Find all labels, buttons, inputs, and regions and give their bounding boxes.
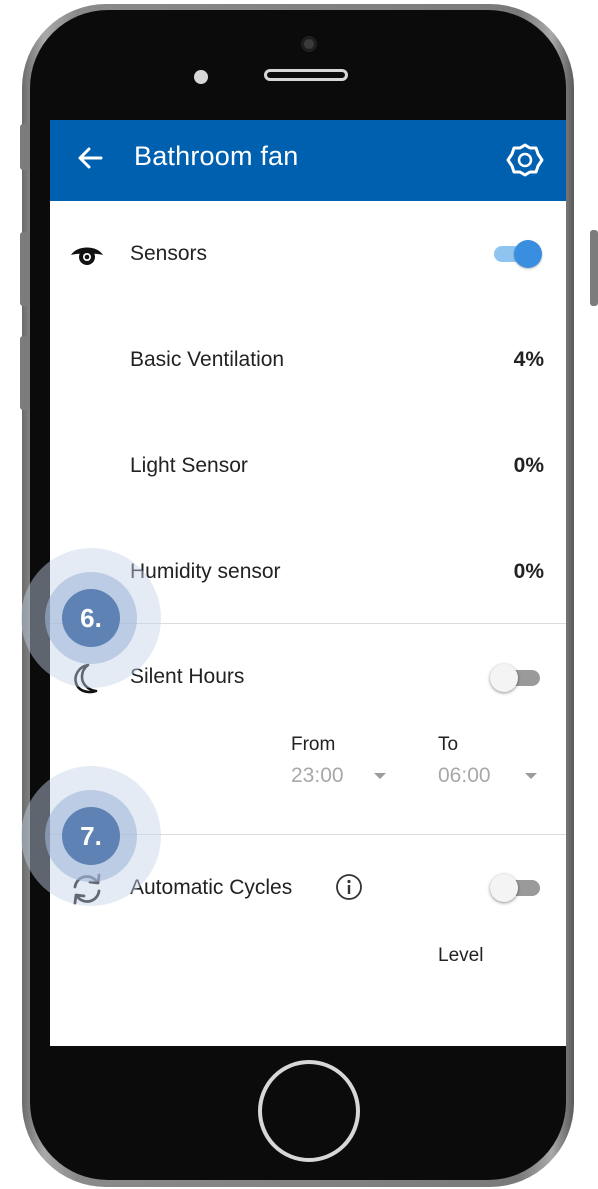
humidity-sensor-value: 0% <box>513 560 544 583</box>
from-time-select[interactable]: 23:00 <box>291 764 344 788</box>
basic-ventilation-label: Basic Ventilation <box>130 348 285 371</box>
gear-icon[interactable] <box>506 141 544 179</box>
to-time-select[interactable]: 06:00 <box>438 764 491 788</box>
volume-up-button <box>20 232 30 306</box>
home-button[interactable] <box>258 1060 360 1162</box>
page-title: Bathroom fan <box>134 141 299 171</box>
chevron-down-icon[interactable] <box>374 773 386 779</box>
proximity-sensor <box>194 70 208 84</box>
automatic-cycles-toggle[interactable] <box>490 870 542 906</box>
mute-switch <box>20 124 30 170</box>
callout-7-label: 7. <box>62 807 120 865</box>
callout-7: 7. <box>21 766 161 906</box>
basic-ventilation-value: 4% <box>513 348 544 371</box>
eye-icon <box>71 247 103 265</box>
chevron-down-icon[interactable] <box>525 773 537 779</box>
volume-down-button <box>20 336 30 410</box>
power-button <box>590 230 598 306</box>
front-camera <box>301 36 317 52</box>
from-label: From <box>291 734 336 755</box>
to-label: To <box>438 734 459 755</box>
sensors-toggle[interactable] <box>490 236 542 272</box>
silent-hours-label: Silent Hours <box>130 665 245 688</box>
silent-hours-toggle[interactable] <box>490 660 542 696</box>
callout-6: 6. <box>21 548 161 688</box>
app-bar: Bathroom fan <box>50 120 566 201</box>
earpiece-speaker <box>264 69 348 81</box>
level-label: Level <box>438 945 484 966</box>
callout-6-label: 6. <box>62 589 120 647</box>
automatic-cycles-label: Automatic Cycles <box>130 876 293 899</box>
sensors-label: Sensors <box>130 242 208 265</box>
humidity-sensor-label: Humidity sensor <box>130 560 281 583</box>
info-icon[interactable] <box>334 872 364 902</box>
light-sensor-value: 0% <box>513 454 544 477</box>
arrow-left-icon[interactable] <box>76 144 104 172</box>
light-sensor-label: Light Sensor <box>130 454 248 477</box>
